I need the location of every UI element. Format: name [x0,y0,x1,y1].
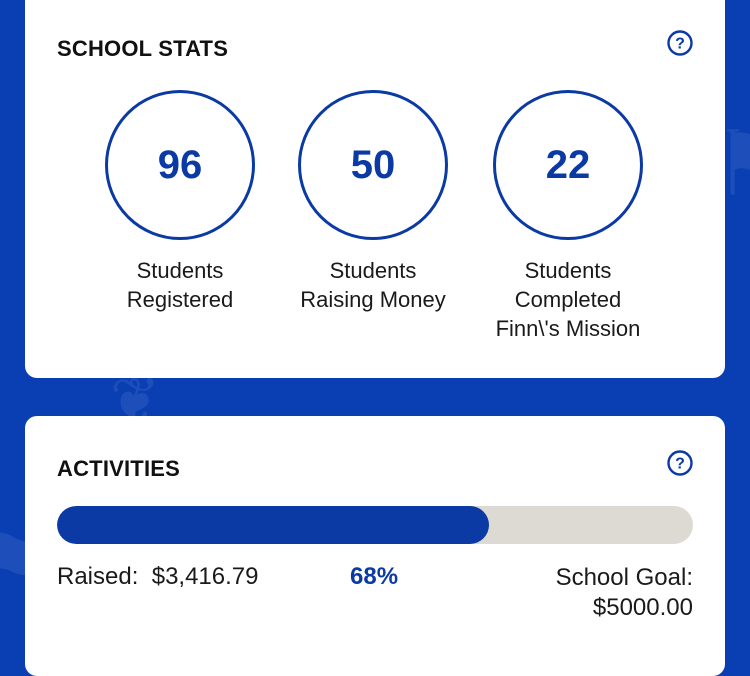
question-circle-icon[interactable]: ? [667,450,693,476]
school-stats-title: SCHOOL STATS [57,36,229,61]
activities-card: ACTIVITIES ? Raised: $3,416.79 68% Schoo… [25,416,725,676]
progress-percent: 68% [350,563,399,590]
stat-circle: 96 [105,90,255,240]
svg-text:?: ? [675,456,685,473]
stat-label: Students Registered [126,258,234,312]
stat-circle: 22 [493,90,643,240]
svg-text:?: ? [675,36,685,53]
stat-students-registered: 96 Students Registered [85,90,275,314]
stat-students-completed-mission: 22 Students Completed Finn\'s Mission [473,90,663,343]
activities-title: ACTIVITIES [57,456,181,481]
raised-amount: Raised: $3,416.79 [57,563,259,590]
stat-circle: 50 [298,90,448,240]
fundraising-progress-bar [57,506,693,544]
school-stats-card: SCHOOL STATS ? 96 Students Registered 50… [25,0,725,378]
stat-label: Students Completed Finn\'s Mission [495,258,641,341]
stat-label: Students Raising Money [300,258,446,312]
stat-students-raising-money: 50 Students Raising Money [278,90,468,314]
question-circle-icon[interactable]: ? [667,30,693,56]
progress-fill [57,506,490,544]
school-goal: School Goal: $5000.00 [555,564,693,621]
